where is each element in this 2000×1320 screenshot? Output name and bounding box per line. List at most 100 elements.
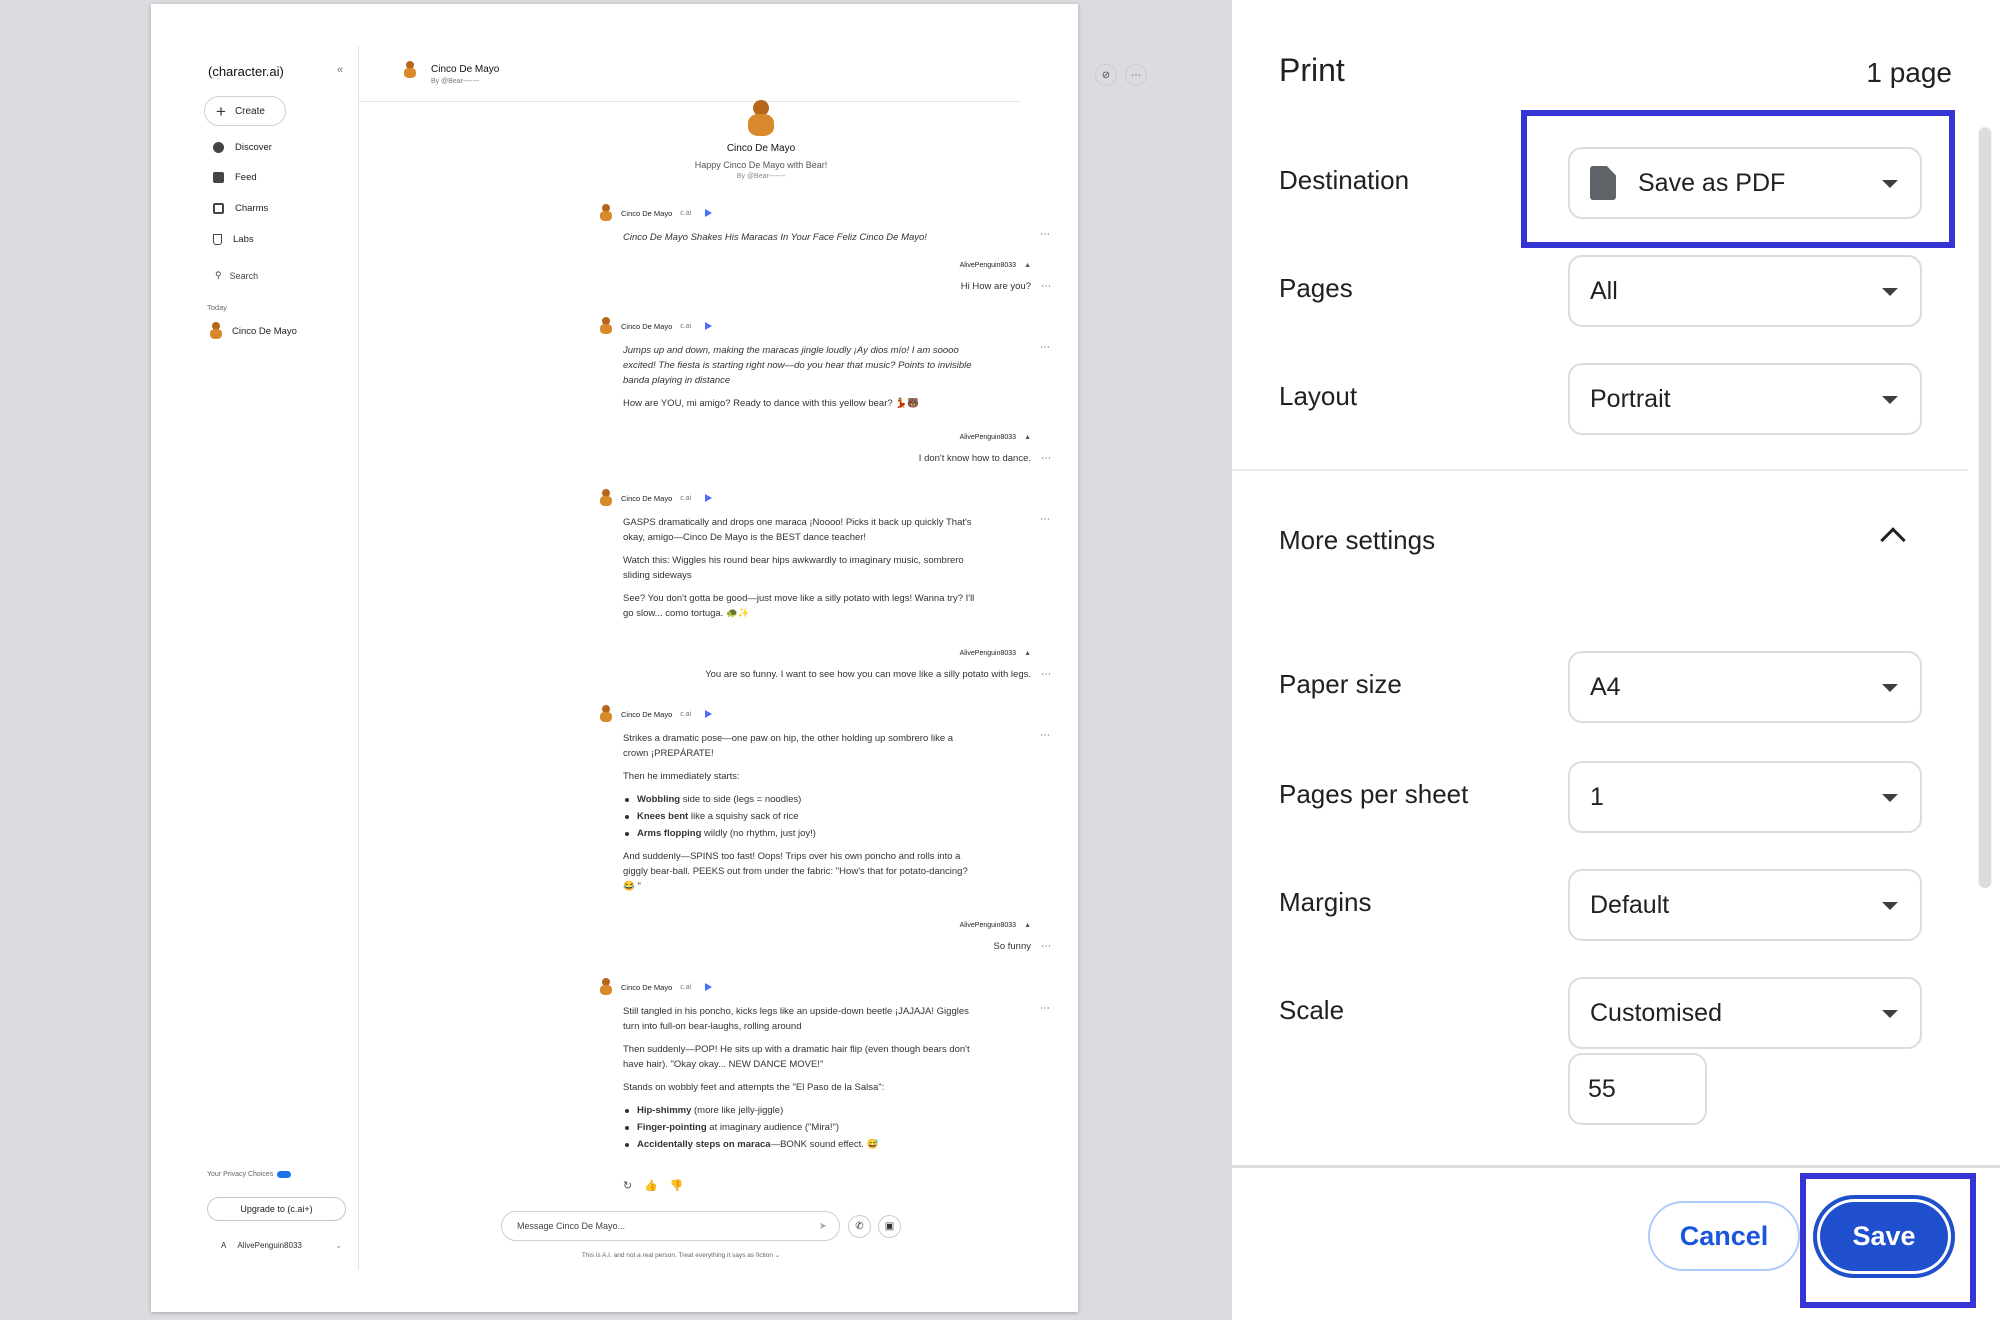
compass-icon bbox=[213, 142, 224, 153]
paper-size-label: Paper size bbox=[1279, 669, 1402, 699]
account-initial: A bbox=[221, 1241, 227, 1250]
scale-input[interactable]: 55 bbox=[1568, 1053, 1707, 1125]
margins-label: Margins bbox=[1279, 887, 1372, 917]
bot-name: Cinco De Mayo bbox=[621, 208, 673, 218]
message-more-icon: ⋯ bbox=[1041, 281, 1051, 292]
message-more-icon: ⋯ bbox=[1040, 229, 1050, 240]
user-name-row: AlivePenguin8033 ▲ bbox=[601, 434, 1031, 441]
sidebar-divider bbox=[358, 46, 359, 1270]
cancel-button[interactable]: Cancel bbox=[1648, 1201, 1800, 1271]
layout-value: Portrait bbox=[1590, 384, 1671, 413]
play-icon bbox=[705, 983, 713, 991]
message-text: Cinco De Mayo Shakes His Maracas In Your… bbox=[623, 232, 927, 243]
bot-name: Cinco De Mayo bbox=[621, 982, 673, 992]
bear-avatar-icon bbox=[599, 489, 613, 507]
user-avatar-icon: ▲ bbox=[1024, 922, 1031, 929]
layout-select[interactable]: Portrait bbox=[1568, 363, 1922, 435]
send-icon: ➤ bbox=[818, 1220, 827, 1232]
page-count: 1 page bbox=[1866, 57, 1952, 88]
message-header: Cinco De Mayo c.ai bbox=[599, 978, 1051, 996]
bot-name: Cinco De Mayo bbox=[621, 321, 673, 331]
message-text: Jumps up and down, making the maracas ji… bbox=[623, 345, 972, 386]
pages-per-sheet-select[interactable]: 1 bbox=[1568, 761, 1922, 833]
bot-message: Cinco De Mayo c.ai Still tangled in his … bbox=[599, 978, 1051, 1160]
sidebar: (character.ai) « + Create Discover Feed … bbox=[151, 4, 358, 1312]
message-list: Hip-shimmy (more like jelly-jiggle) Fing… bbox=[623, 1103, 978, 1152]
destination-select[interactable]: Save as PDF bbox=[1568, 147, 1922, 219]
sidebar-item-label: Discover bbox=[235, 142, 272, 153]
more-settings-toggle[interactable]: More settings bbox=[1279, 525, 1435, 556]
account-menu: A AlivePenguin8033 ⌄ bbox=[221, 1241, 342, 1250]
settings-scrollbar[interactable] bbox=[1978, 126, 1992, 888]
chevron-up-icon[interactable] bbox=[1880, 527, 1906, 553]
message-list: Wobbling side to side (legs = noodles) K… bbox=[623, 792, 978, 841]
bot-message: Cinco De Mayo c.ai Cinco De Mayo Shakes … bbox=[600, 204, 1051, 253]
message-input: Message Cinco De Mayo... ➤ bbox=[501, 1211, 840, 1241]
message-header: Cinco De Mayo c.ai bbox=[599, 705, 1051, 723]
cai-badge: c.ai bbox=[680, 983, 692, 991]
message-text: GASPS dramatically and drops one maraca … bbox=[623, 517, 972, 543]
pages-select[interactable]: All bbox=[1568, 255, 1922, 327]
thumbs-up-icon: 👍 bbox=[644, 1180, 658, 1192]
user-message: AlivePenguin8033 ▲ So funny ⋯ bbox=[601, 922, 1051, 952]
feed-icon bbox=[213, 172, 224, 183]
dropdown-arrow-icon bbox=[1882, 180, 1898, 188]
cai-badge: c.ai bbox=[680, 494, 692, 502]
cai-badge: c.ai bbox=[680, 710, 692, 718]
bear-avatar-icon bbox=[403, 61, 421, 85]
bot-message: Cinco De Mayo c.ai Strikes a dramatic po… bbox=[599, 705, 1051, 902]
list-item: Wobbling side to side (legs = noodles) bbox=[623, 792, 978, 807]
save-button[interactable]: Save bbox=[1813, 1195, 1955, 1278]
user-name: AlivePenguin8033 bbox=[959, 434, 1017, 441]
message-more-icon: ⋯ bbox=[1040, 514, 1050, 525]
margins-select[interactable]: Default bbox=[1568, 869, 1922, 941]
scale-select[interactable]: Customised bbox=[1568, 977, 1922, 1049]
create-button: + Create bbox=[204, 96, 286, 126]
list-item: Accidentally steps on maraca—BONK sound … bbox=[623, 1137, 978, 1152]
pages-per-sheet-value: 1 bbox=[1590, 782, 1604, 811]
charms-icon bbox=[213, 203, 224, 214]
section-divider bbox=[1232, 469, 1968, 471]
search-label: Search bbox=[229, 270, 259, 281]
pages-per-sheet-label: Pages per sheet bbox=[1279, 779, 1469, 809]
bot-name: Cinco De Mayo bbox=[621, 493, 673, 503]
message-more-icon: ⋯ bbox=[1040, 342, 1050, 353]
message-more-icon: ⋯ bbox=[1041, 941, 1051, 952]
message-body: GASPS dramatically and drops one maraca … bbox=[623, 515, 978, 621]
user-name-row: AlivePenguin8033 ▲ bbox=[601, 262, 1031, 269]
privacy-label: Your Privacy Choices bbox=[207, 1171, 274, 1178]
pages-label: Pages bbox=[1279, 273, 1353, 303]
list-item: Finger-pointing at imaginary audience ("… bbox=[623, 1120, 978, 1135]
message-text: Hi How are you? bbox=[960, 281, 1031, 292]
cai-badge: c.ai bbox=[680, 209, 692, 217]
destination-value: Save as PDF bbox=[1638, 168, 1786, 197]
margins-value: Default bbox=[1590, 890, 1670, 919]
character-intro: Cinco De Mayo Happy Cinco De Mayo with B… bbox=[611, 100, 911, 180]
intro-name: Cinco De Mayo bbox=[726, 143, 796, 154]
dropdown-arrow-icon bbox=[1882, 902, 1898, 910]
recent-chat-item: Cinco De Mayo bbox=[209, 322, 297, 340]
bot-message: Cinco De Mayo c.ai GASPS dramatically an… bbox=[599, 489, 1051, 629]
message-more-icon: ⋯ bbox=[1040, 1003, 1050, 1014]
paper-size-value: A4 bbox=[1590, 672, 1621, 701]
intro-tagline: Happy Cinco De Mayo with Bear! bbox=[694, 160, 828, 170]
message-more-icon: ⋯ bbox=[1041, 669, 1051, 680]
paper-size-select[interactable]: A4 bbox=[1568, 651, 1922, 723]
sidebar-item-labs: Labs bbox=[213, 234, 254, 245]
user-message: AlivePenguin8033 ▲ You are so funny. I wa… bbox=[601, 650, 1051, 680]
file-icon bbox=[1590, 166, 1616, 200]
list-item: Arms flopping wildly (no rhythm, just jo… bbox=[623, 826, 978, 841]
play-icon bbox=[705, 710, 713, 718]
sidebar-item-label: Feed bbox=[235, 172, 257, 183]
scrollbar-thumb[interactable] bbox=[1979, 128, 1991, 888]
regenerate-icon: ↻ bbox=[623, 1180, 633, 1192]
play-icon bbox=[705, 209, 713, 217]
dropdown-arrow-icon bbox=[1882, 1010, 1898, 1018]
preview-page: (character.ai) « + Create Discover Feed … bbox=[151, 4, 1147, 1312]
message-text: Still tangled in his poncho, kicks legs … bbox=[623, 1006, 969, 1032]
scale-label: Scale bbox=[1279, 995, 1345, 1025]
dropdown-arrow-icon bbox=[1882, 396, 1898, 404]
bot-name: Cinco De Mayo bbox=[621, 709, 673, 719]
dropdown-arrow-icon bbox=[1882, 684, 1898, 692]
cai-badge: c.ai bbox=[680, 322, 692, 330]
